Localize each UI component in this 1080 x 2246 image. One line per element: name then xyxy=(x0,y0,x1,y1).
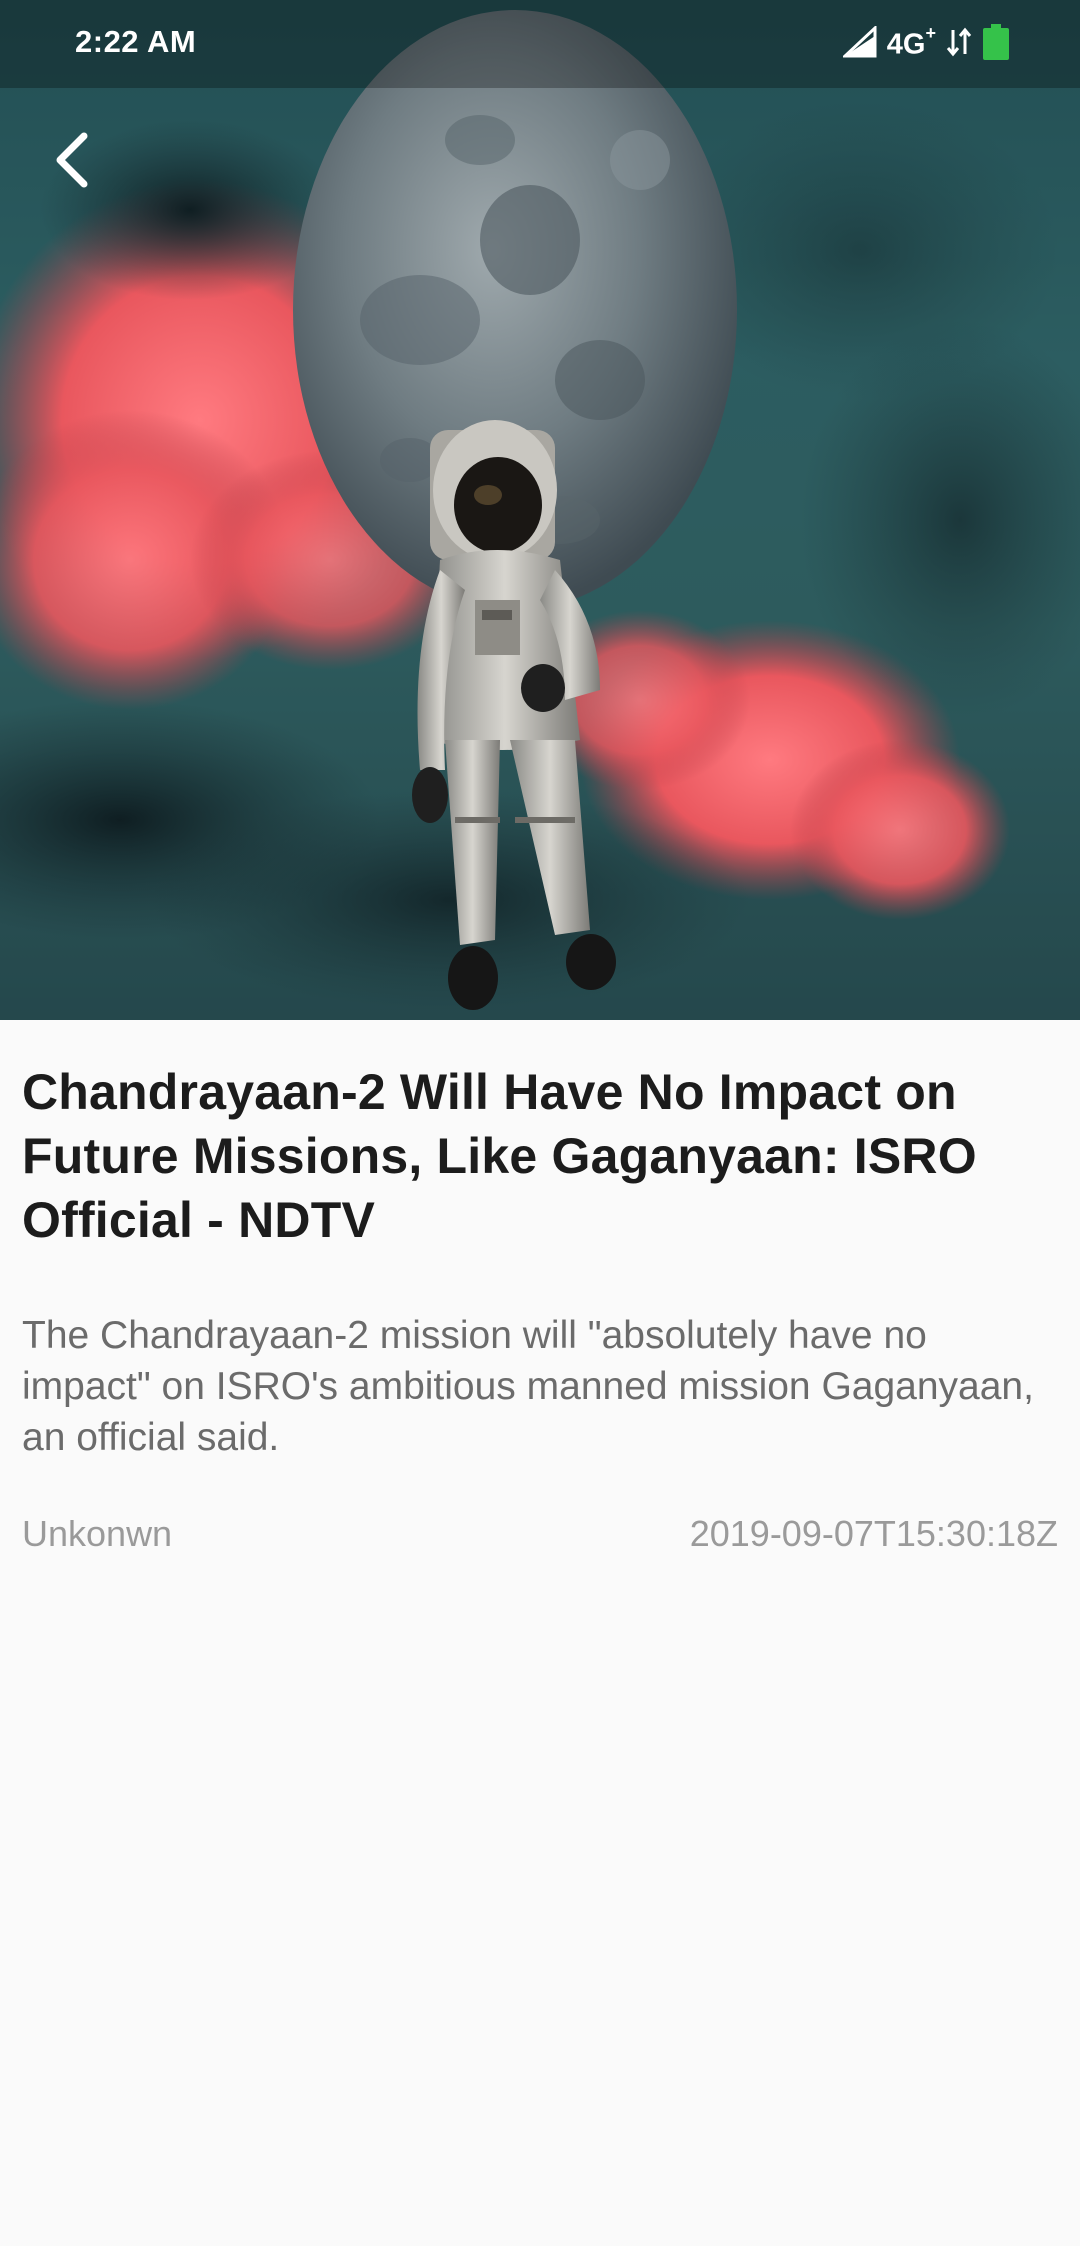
status-bar: 2:22 AM 4G+ xyxy=(0,0,1080,88)
article-description: The Chandrayaan-2 mission will "absolute… xyxy=(22,1314,1034,1459)
article-author: Unkonwn xyxy=(22,1513,173,1554)
article-meta: Unkonwn 2019-09-07T15:30:18Z xyxy=(22,1513,1058,1555)
data-arrows-icon xyxy=(946,26,972,63)
hero-image: 2:22 AM 4G+ xyxy=(0,0,1080,1020)
status-time: 2:22 AM xyxy=(75,24,197,59)
signal-icon xyxy=(840,24,877,63)
astronaut-moon-image xyxy=(0,0,1080,1020)
article-title: Chandrayaan-2 Will Have No Impact on Fut… xyxy=(22,1064,977,1248)
article-date: 2019-09-07T15:30:18Z xyxy=(689,1513,1058,1554)
chevron-left-icon xyxy=(56,132,88,188)
back-button[interactable] xyxy=(40,120,104,200)
network-type: 4G+ xyxy=(886,22,936,61)
battery-icon xyxy=(982,23,1010,65)
article: Chandrayaan-2 Will Have No Impact on Fut… xyxy=(22,1060,1058,1555)
status-icons: 4G+ xyxy=(840,22,1010,65)
